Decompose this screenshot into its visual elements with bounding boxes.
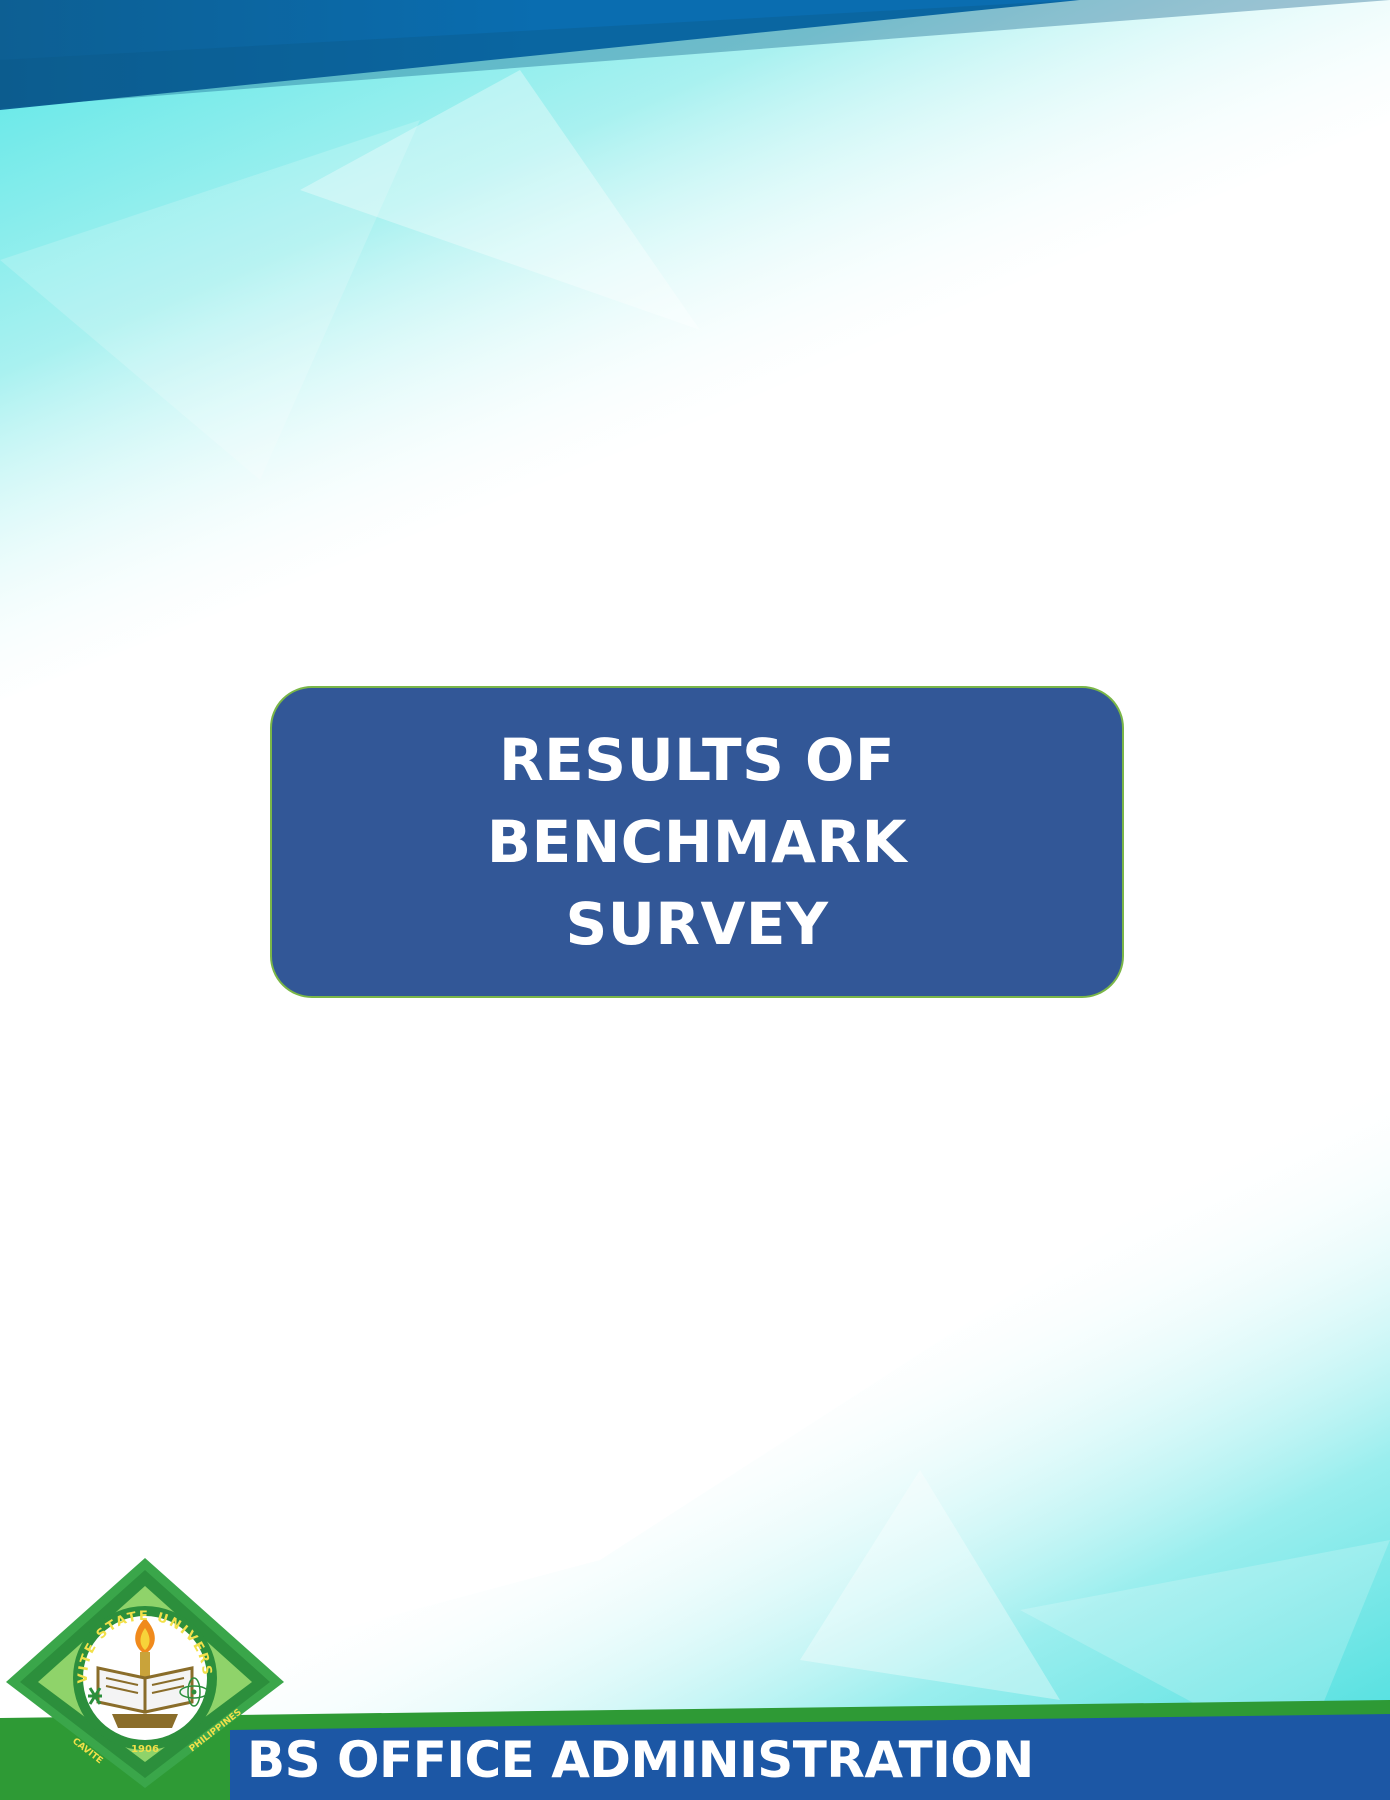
footer-program-title: BS OFFICE ADMINISTRATION (247, 1731, 1034, 1789)
svg-text:1906: 1906 (131, 1744, 159, 1755)
document-title-line-2: SURVEY (565, 890, 829, 958)
document-title-line-1: RESULTS OF BENCHMARK (486, 726, 908, 876)
document-title: RESULTS OF BENCHMARK SURVEY (312, 719, 1082, 965)
title-box: RESULTS OF BENCHMARK SURVEY (270, 686, 1124, 998)
university-seal-icon: CAVITE STATE UNIVERSITY 1906 CAVITE PHIL… (2, 1556, 284, 1788)
